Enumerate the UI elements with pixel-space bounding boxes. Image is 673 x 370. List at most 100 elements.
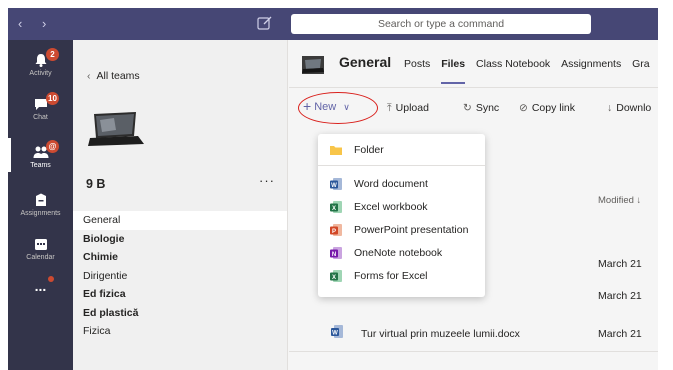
svg-text:W: W: [331, 183, 337, 189]
copy-link-label: Copy link: [531, 102, 575, 114]
file-name[interactable]: Tur virtual prin muzeele lumii.docx: [361, 328, 520, 340]
svg-text:X: X: [332, 206, 336, 212]
rail-chat[interactable]: 10 Chat: [8, 92, 73, 121]
more-dot: [48, 276, 54, 282]
menu-item-label: Folder: [354, 144, 384, 156]
teams-window: ‹ › Search or type a command 2 Activity …: [8, 8, 658, 370]
rail-label: Chat: [33, 114, 48, 121]
chat-badge: 10: [46, 92, 59, 105]
download-label: Downlo: [616, 102, 652, 114]
rail-calendar[interactable]: Calendar: [8, 236, 73, 261]
app-rail: 2 Activity 10 Chat @ Teams Assignments C…: [8, 40, 73, 370]
download-icon: ↓: [607, 102, 613, 114]
upload-icon: ⤒: [387, 102, 392, 114]
activity-badge: 2: [46, 48, 59, 61]
chevron-left-icon: ‹: [87, 70, 91, 82]
upload-button[interactable]: ⤒ Upload: [387, 102, 429, 115]
rail-activity[interactable]: 2 Activity: [8, 48, 73, 77]
new-label: New: [314, 101, 337, 113]
menu-item-folder[interactable]: Folder: [318, 140, 485, 160]
menu-item-forms-for-excel[interactable]: X Forms for Excel: [318, 266, 485, 286]
channel-avatar: [302, 56, 324, 74]
menu-item-excel[interactable]: X Excel workbook: [318, 197, 485, 217]
channel-header: General Posts Files Class Notebook Assig…: [289, 40, 658, 88]
tab-files[interactable]: Files: [441, 58, 465, 84]
rail-label: Activity: [29, 70, 52, 77]
teams-mention-badge: @: [46, 140, 59, 153]
menu-item-label: Forms for Excel: [354, 270, 428, 282]
channel-item-fizica[interactable]: Fizica: [73, 322, 287, 341]
svg-text:W: W: [332, 331, 338, 337]
onenote-icon: N: [330, 247, 342, 259]
tab-class-notebook[interactable]: Class Notebook: [476, 58, 550, 70]
channel-item-general[interactable]: General: [73, 211, 287, 230]
compose-icon[interactable]: [256, 14, 274, 32]
file-modified-date: March 21: [598, 258, 642, 270]
excel-icon: X: [330, 201, 342, 213]
history-nav: ‹ ›: [18, 16, 54, 31]
svg-text:P: P: [332, 229, 336, 235]
chevron-down-icon: ∨: [343, 102, 350, 112]
tab-grades[interactable]: Gra: [632, 58, 650, 70]
channel-item-ed-plastica[interactable]: Ed plastică: [73, 304, 287, 323]
powerpoint-icon: P: [330, 224, 342, 236]
menu-item-label: Excel workbook: [354, 201, 428, 213]
word-file-icon: W: [331, 325, 343, 338]
plus-icon: +: [303, 98, 312, 114]
calendar-icon: [34, 239, 47, 250]
menu-item-label: Word document: [354, 178, 428, 190]
sync-label: Sync: [475, 102, 500, 114]
svg-text:N: N: [332, 252, 336, 258]
menu-separator: [318, 165, 485, 166]
svg-text:X: X: [332, 275, 336, 281]
tab-assignments[interactable]: Assignments: [561, 58, 621, 70]
upload-label: Upload: [395, 102, 429, 114]
rail-more[interactable]: ...: [8, 276, 73, 294]
file-modified-date: March 21: [598, 328, 642, 340]
channel-item-ed-fizica[interactable]: Ed fizica: [73, 285, 287, 304]
sync-button[interactable]: ↻ Sync: [463, 102, 499, 114]
folder-icon: [330, 146, 342, 155]
forward-arrow-button[interactable]: ›: [42, 16, 54, 31]
file-modified-date: March 21: [598, 290, 642, 302]
team-more-options-button[interactable]: ···: [259, 173, 275, 188]
file-row[interactable]: W Tur virtual prin muzeele lumii.docx Ma…: [289, 320, 658, 346]
rail-label: Teams: [30, 162, 51, 169]
channel-item-dirigentie[interactable]: Dirigentie: [73, 267, 287, 286]
rail-label: Assignments: [20, 210, 61, 217]
channel-item-chimie[interactable]: Chimie: [73, 248, 287, 267]
tab-posts[interactable]: Posts: [404, 58, 430, 70]
link-icon: ⊘: [519, 102, 528, 114]
all-teams-link[interactable]: ‹ All teams: [87, 70, 140, 82]
menu-item-label: PowerPoint presentation: [354, 224, 469, 236]
search-input[interactable]: Search or type a command: [291, 14, 591, 34]
modified-column-header[interactable]: Modified ↓: [598, 195, 641, 206]
menu-item-onenote[interactable]: N OneNote notebook: [318, 243, 485, 263]
rail-teams[interactable]: @ Teams: [8, 138, 73, 172]
assignments-icon: [35, 193, 46, 206]
menu-item-label: OneNote notebook: [354, 247, 443, 259]
team-avatar: [86, 106, 146, 152]
new-button[interactable]: + New ∨: [303, 98, 350, 114]
menu-item-powerpoint[interactable]: P PowerPoint presentation: [318, 220, 485, 240]
copy-link-button[interactable]: ⊘ Copy link: [519, 102, 575, 114]
sync-icon: ↻: [463, 102, 472, 114]
new-dropdown-menu: Folder W Word document X Excel workbook: [318, 134, 485, 297]
rail-assignments[interactable]: Assignments: [8, 192, 73, 217]
menu-item-word[interactable]: W Word document: [318, 174, 485, 194]
channel-item-biologie[interactable]: Biologie: [73, 230, 287, 249]
rail-label: Calendar: [26, 254, 55, 261]
team-name: 9 B: [86, 177, 106, 191]
back-arrow-button[interactable]: ‹: [18, 16, 30, 31]
more-icon: ...: [34, 278, 47, 294]
teams-panel: ‹ All teams 9 B ··· General Biologie Chim…: [73, 40, 288, 370]
download-button[interactable]: ↓ Downlo: [607, 102, 651, 114]
channel-tabs: Posts Files Class Notebook Assignments G…: [404, 58, 658, 84]
channel-title: General: [339, 54, 392, 70]
word-icon: W: [330, 178, 342, 190]
files-toolbar: + New ∨ ⤒ Upload ↻ Sync ⊘ Copy link ↓ Downlo: [289, 88, 658, 128]
channel-list: General Biologie Chimie Dirigentie Ed fi…: [73, 211, 287, 341]
all-teams-label: All teams: [96, 70, 140, 82]
title-bar: ‹ › Search or type a command: [8, 8, 658, 40]
forms-excel-icon: X: [330, 270, 342, 282]
